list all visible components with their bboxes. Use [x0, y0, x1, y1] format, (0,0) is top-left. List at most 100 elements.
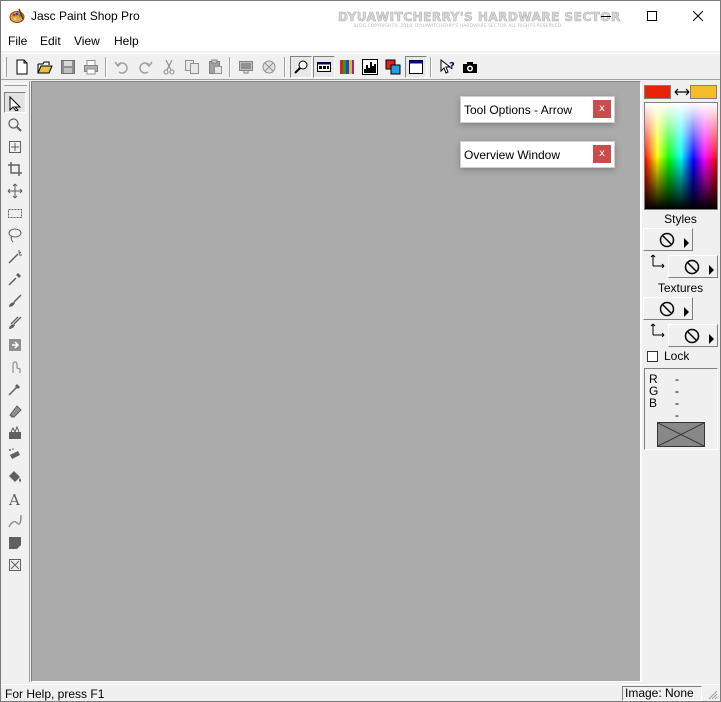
textures-label: Textures — [657, 281, 704, 295]
picture-tube-icon — [9, 425, 21, 439]
save-disk-icon — [61, 60, 75, 74]
maximize-button[interactable] — [629, 1, 675, 31]
airbrush-icon — [9, 447, 20, 459]
scratch-remover-icon — [8, 383, 20, 396]
tool-dropper[interactable] — [4, 268, 26, 289]
color-palette: Styles Textures Lock R -- G -- B -- — [641, 81, 720, 682]
tool-mover[interactable] — [4, 180, 26, 201]
tool-draw[interactable] — [4, 510, 26, 531]
tool-freehand[interactable] — [4, 224, 26, 245]
layers-icon — [385, 59, 401, 75]
svg-text:A: A — [8, 491, 20, 507]
svg-text:?: ? — [449, 61, 455, 72]
print-button[interactable] — [80, 56, 102, 78]
toggle-tool-options-button[interactable] — [313, 56, 335, 78]
color-replacer-icon — [9, 338, 21, 351]
toggle-layer-palette-button[interactable] — [382, 56, 404, 78]
workspace-area[interactable] — [31, 81, 641, 682]
tool-clone-brush[interactable] — [4, 312, 26, 333]
retouch-finger-icon — [12, 360, 21, 373]
foreground-color-swatch[interactable] — [644, 85, 671, 99]
tool-flood-fill[interactable] — [4, 466, 26, 487]
arrow-pointer-icon — [9, 95, 22, 111]
menu-file[interactable]: File — [8, 34, 27, 48]
lock-label[interactable]: Lock — [664, 349, 689, 363]
tool-airbrush[interactable] — [4, 444, 26, 465]
tool-paint-brush[interactable] — [4, 290, 26, 311]
tool-retouch[interactable] — [4, 356, 26, 377]
browse-icon — [262, 60, 276, 74]
tool-color-replacer[interactable] — [4, 334, 26, 355]
tool-magic-wand[interactable] — [4, 246, 26, 267]
eraser-icon — [9, 404, 22, 418]
resize-grip-icon[interactable] — [706, 688, 718, 700]
undo-button[interactable] — [111, 56, 133, 78]
overview-window-title[interactable]: Overview Window — [464, 148, 560, 162]
tool-options-title[interactable]: Tool Options - Arrow — [464, 103, 572, 117]
undo-arrow-icon — [114, 61, 128, 74]
tool-scratch-remover[interactable] — [4, 378, 26, 399]
tool-zoom[interactable] — [4, 114, 26, 135]
clone-brush-icon — [9, 316, 22, 329]
tool-palette-grip[interactable] — [4, 83, 27, 86]
foreground-texture-button[interactable] — [643, 297, 693, 320]
watermark-sub: BLOG.COPYRIGHT© 2018. DYUAWITCHERRY'S HA… — [353, 24, 563, 29]
tool-options-palette[interactable]: Tool Options - Arrow x — [460, 96, 615, 123]
close-button[interactable] — [675, 1, 721, 31]
new-button[interactable] — [11, 56, 33, 78]
background-color-swatch[interactable] — [690, 85, 717, 99]
tool-arrow[interactable] — [4, 92, 26, 113]
tool-preset-shapes[interactable] — [4, 532, 26, 553]
swap-styles-icon[interactable] — [650, 252, 666, 268]
background-style-button[interactable] — [668, 255, 718, 278]
lock-checkbox[interactable] — [647, 351, 658, 362]
toggle-tool-palette-button[interactable] — [405, 56, 427, 78]
paste-button[interactable] — [204, 56, 226, 78]
redo-button[interactable] — [134, 56, 156, 78]
no-texture-icon — [659, 301, 675, 317]
close-icon — [693, 11, 703, 21]
style-dropdown-arrow-icon — [684, 238, 689, 248]
menu-edit[interactable]: Edit — [40, 34, 61, 48]
color-spectrum[interactable] — [644, 102, 718, 210]
paint-palette-icon[interactable] — [9, 8, 25, 24]
minimize-button[interactable] — [583, 1, 629, 31]
foreground-style-button[interactable] — [643, 228, 693, 251]
redo-arrow-icon — [139, 61, 153, 74]
histogram-icon — [362, 59, 378, 75]
overview-close-button[interactable]: x — [593, 145, 611, 163]
full-screen-preview-button[interactable] — [235, 56, 257, 78]
toggle-overview-button[interactable] — [290, 56, 312, 78]
no-color-cross-icon — [657, 422, 705, 447]
overview-window-palette[interactable]: Overview Window x — [460, 141, 615, 168]
open-button[interactable] — [34, 56, 56, 78]
title-bar[interactable]: Jasc Paint Shop Pro DYUAWITCHERRY'S HARD… — [1, 1, 720, 31]
context-help-button[interactable]: ? — [436, 56, 458, 78]
save-button[interactable] — [57, 56, 79, 78]
toolbar-grip[interactable] — [4, 57, 7, 77]
main-toolbar: ? — [1, 53, 720, 80]
texture-dropdown-arrow-icon — [709, 334, 714, 344]
swap-colors-icon[interactable] — [672, 85, 692, 99]
tool-eraser[interactable] — [4, 400, 26, 421]
browse-button[interactable] — [258, 56, 280, 78]
monitor-icon — [239, 61, 253, 74]
menu-view[interactable]: View — [74, 34, 100, 48]
no-texture-icon — [684, 328, 700, 344]
copy-button[interactable] — [181, 56, 203, 78]
screen-capture-button[interactable] — [459, 56, 481, 78]
lasso-icon — [8, 228, 22, 242]
background-texture-button[interactable] — [668, 324, 718, 347]
tool-selection[interactable] — [4, 202, 26, 223]
tool-object-selector[interactable] — [4, 554, 26, 575]
toggle-histogram-button[interactable] — [359, 56, 381, 78]
tool-text[interactable]: A — [4, 488, 26, 509]
tool-picture-tube[interactable] — [4, 422, 26, 443]
cut-button[interactable] — [158, 56, 180, 78]
tool-options-close-button[interactable]: x — [593, 100, 611, 118]
swap-textures-icon[interactable] — [650, 321, 666, 337]
tool-crop[interactable] — [4, 158, 26, 179]
toggle-color-palette-button[interactable] — [336, 56, 358, 78]
menu-help[interactable]: Help — [114, 34, 139, 48]
tool-deform[interactable] — [4, 136, 26, 157]
